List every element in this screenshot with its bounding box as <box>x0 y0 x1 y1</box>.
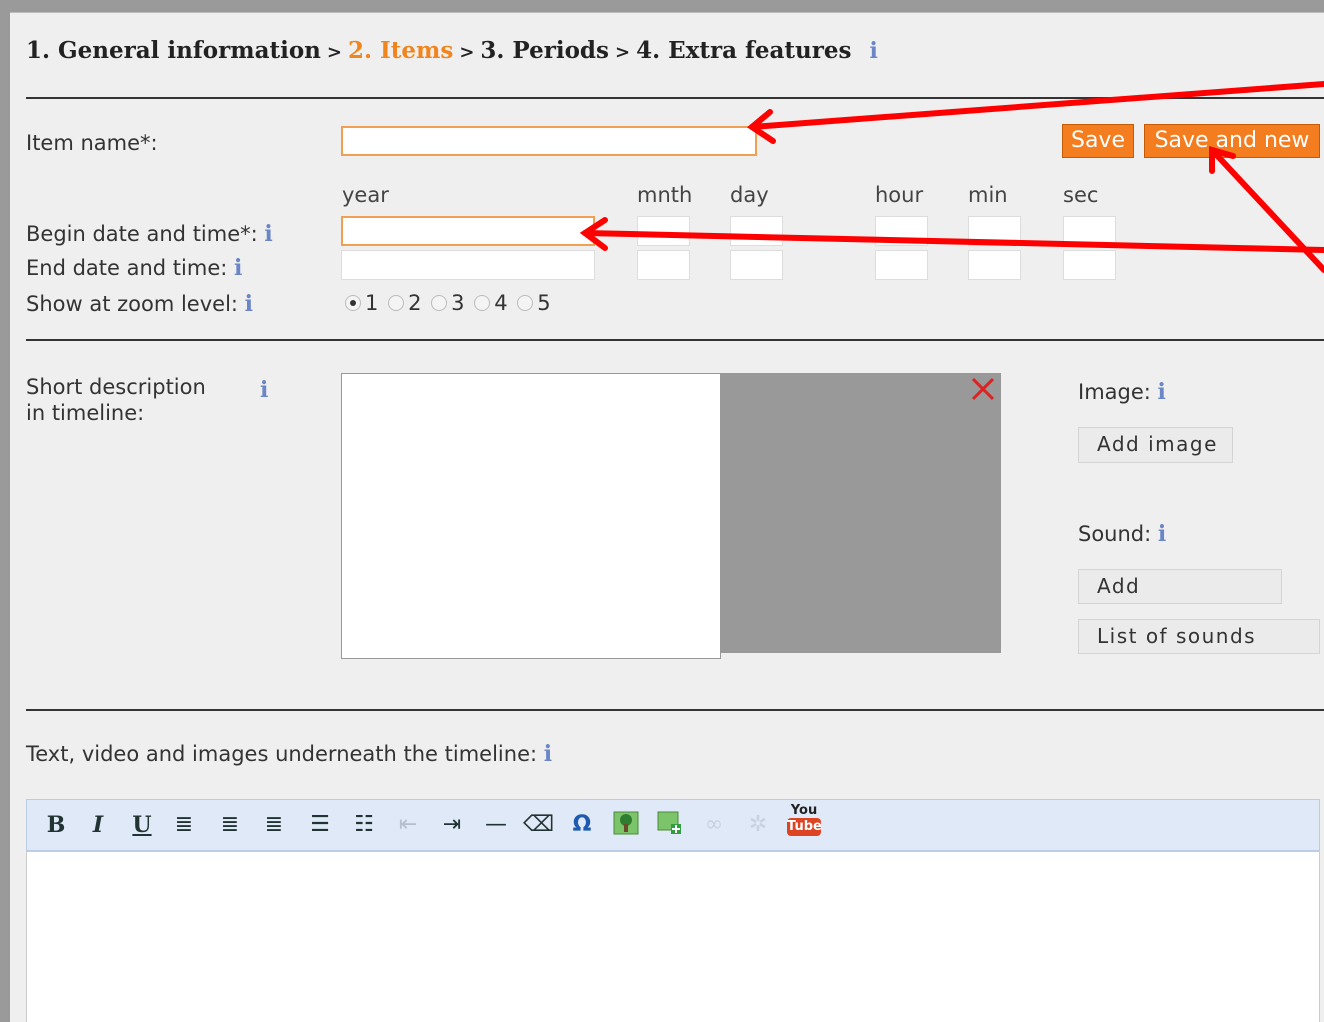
annotation-arrows <box>579 81 1324 273</box>
arrow-to-begin-date <box>582 230 1324 253</box>
arrow-to-save-and-new <box>1209 147 1324 273</box>
arrow-to-item-name <box>749 81 1324 130</box>
